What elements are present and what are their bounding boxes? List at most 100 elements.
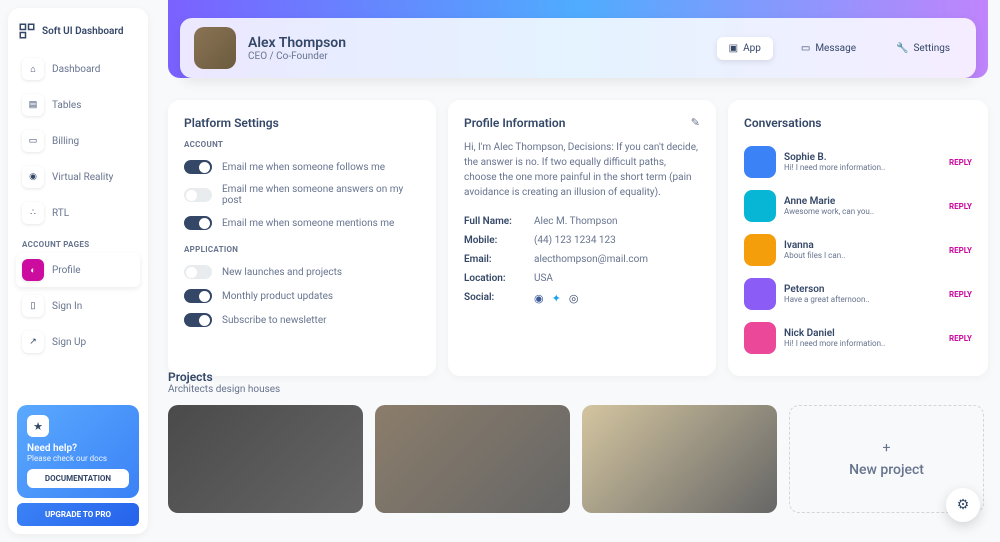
nav-icon: ∴ <box>22 202 44 224</box>
nav-icon: ▤ <box>22 94 44 116</box>
tab-app[interactable]: ▣App <box>717 37 773 60</box>
nav-section-label: ACCOUNT PAGES <box>16 232 140 253</box>
toggle-switch[interactable] <box>184 188 212 202</box>
toggle-switch[interactable] <box>184 265 212 279</box>
project-card[interactable] <box>582 405 777 513</box>
nav-tables[interactable]: ▤ Tables <box>16 88 140 122</box>
nav-sign-in[interactable]: ▯ Sign In <box>16 289 140 323</box>
nav-label: Sign In <box>52 301 82 312</box>
info-value: USA <box>534 273 553 284</box>
info-value: Alec M. Thompson <box>534 216 618 227</box>
nav-label: Profile <box>52 265 81 276</box>
reply-button[interactable]: REPLY <box>949 290 972 299</box>
project-card[interactable] <box>168 405 363 513</box>
help-card: ★ Need help? Please check our docs DOCUM… <box>17 405 139 498</box>
toggle-switch[interactable] <box>184 160 212 174</box>
upgrade-button[interactable]: UPGRADE TO PRO <box>17 503 139 526</box>
nav-label: Virtual Reality <box>52 172 113 183</box>
brand-logo[interactable]: Soft UI Dashboard <box>16 18 140 52</box>
conversations-card: Conversations Sophie B.Hi! I need more i… <box>728 100 988 376</box>
twitter-icon[interactable]: ✦ <box>552 292 561 305</box>
reply-button[interactable]: REPLY <box>949 246 972 255</box>
info-label: Location: <box>464 273 534 284</box>
instagram-icon[interactable]: ◎ <box>569 292 579 305</box>
convo-name: Peterson <box>784 284 870 295</box>
info-label: Full Name: <box>464 216 534 227</box>
new-project-label: New project <box>849 462 924 478</box>
nav-icon: ◉ <box>22 166 44 188</box>
conversation-item: Anne MarieAwesome work, can you..REPLY <box>744 184 972 228</box>
toggle-switch[interactable] <box>184 216 212 230</box>
reply-button[interactable]: REPLY <box>949 334 972 343</box>
project-card[interactable] <box>375 405 570 513</box>
setting-label: Subscribe to newsletter <box>222 315 327 326</box>
conversation-item: Nick DanielHi! I need more information..… <box>744 316 972 360</box>
platform-settings-card: Platform Settings ACCOUNT Email me when … <box>168 100 436 376</box>
info-label: Mobile: <box>464 235 534 246</box>
setting-label: New launches and projects <box>222 267 342 278</box>
nav-billing[interactable]: ▭ Billing <box>16 124 140 158</box>
profile-bar: Alex Thompson CEO / Co-Founder ▣App ▭Mes… <box>180 18 976 78</box>
card-title: Conversations <box>744 116 972 130</box>
profile-avatar[interactable] <box>194 27 236 69</box>
tab-message[interactable]: ▭Message <box>789 37 868 60</box>
toggle-switch[interactable] <box>184 289 212 303</box>
tab-settings[interactable]: 🔧Settings <box>884 37 962 60</box>
setting-label: Email me when someone answers on my post <box>222 184 420 206</box>
avatar[interactable] <box>744 146 776 178</box>
nav-label: Dashboard <box>52 64 100 75</box>
nav-icon: ⌂ <box>22 58 44 80</box>
edit-icon[interactable]: ✎ <box>691 116 700 129</box>
help-sub: Please check our docs <box>27 454 129 463</box>
nav-icon: ▭ <box>22 130 44 152</box>
avatar[interactable] <box>744 278 776 310</box>
setting-label: Monthly product updates <box>222 291 333 302</box>
avatar[interactable] <box>744 190 776 222</box>
wrench-icon: 🔧 <box>896 43 908 54</box>
nav-label: Sign Up <box>52 337 86 348</box>
facebook-icon[interactable]: ◉ <box>534 292 544 305</box>
cube-icon: ▣ <box>729 43 738 54</box>
info-label: Social: <box>464 292 534 305</box>
card-title: Platform Settings <box>184 116 420 130</box>
convo-message: About files I can.. <box>784 251 845 260</box>
convo-name: Nick Daniel <box>784 328 885 339</box>
section-application: APPLICATION <box>184 245 420 254</box>
setting-label: Email me when someone mentions me <box>222 218 394 229</box>
brand-text: Soft UI Dashboard <box>42 26 124 37</box>
settings-float-button[interactable]: ⚙ <box>946 488 980 522</box>
nav-label: RTL <box>52 208 69 219</box>
toggle-switch[interactable] <box>184 313 212 327</box>
convo-message: Hi! I need more information.. <box>784 163 885 172</box>
nav-profile[interactable]: ◐Profile <box>16 253 140 287</box>
reply-button[interactable]: REPLY <box>949 158 972 167</box>
conversation-item: PetersonHave a great afternoon.. REPLY <box>744 272 972 316</box>
profile-bio: Hi, I'm Alec Thompson, Decisions: If you… <box>464 140 700 200</box>
profile-role: CEO / Co-Founder <box>248 51 346 62</box>
reply-button[interactable]: REPLY <box>949 202 972 211</box>
conversation-item: Sophie B.Hi! I need more information.. RE… <box>744 140 972 184</box>
nav-label: Billing <box>52 136 79 147</box>
documentation-button[interactable]: DOCUMENTATION <box>27 469 129 488</box>
nav-label: Tables <box>52 100 81 111</box>
convo-message: Have a great afternoon.. <box>784 295 870 304</box>
avatar[interactable] <box>744 234 776 266</box>
nav-icon: ↗ <box>22 331 44 353</box>
profile-info-card: ✎ Profile Information Hi, I'm Alec Thomp… <box>448 100 716 376</box>
nav-dashboard[interactable]: ⌂ Dashboard <box>16 52 140 86</box>
convo-message: Awesome work, can you.. <box>784 207 874 216</box>
info-value: (44) 123 1234 123 <box>534 235 616 246</box>
nav-virtual-reality[interactable]: ◉ Virtual Reality <box>16 160 140 194</box>
nav-icon: ▯ <box>22 295 44 317</box>
logo-icon <box>18 22 36 40</box>
projects-title: Projects <box>168 370 988 384</box>
avatar[interactable] <box>744 322 776 354</box>
projects-section: Projects Architects design houses +New p… <box>168 370 988 513</box>
convo-message: Hi! I need more information.. <box>784 339 885 348</box>
info-label: Email: <box>464 254 534 265</box>
profile-name: Alex Thompson <box>248 35 346 51</box>
convo-name: Sophie B. <box>784 152 885 163</box>
nav-sign-up[interactable]: ↗ Sign Up <box>16 325 140 359</box>
nav-rtl[interactable]: ∴ RTL <box>16 196 140 230</box>
convo-name: Ivanna <box>784 240 845 251</box>
